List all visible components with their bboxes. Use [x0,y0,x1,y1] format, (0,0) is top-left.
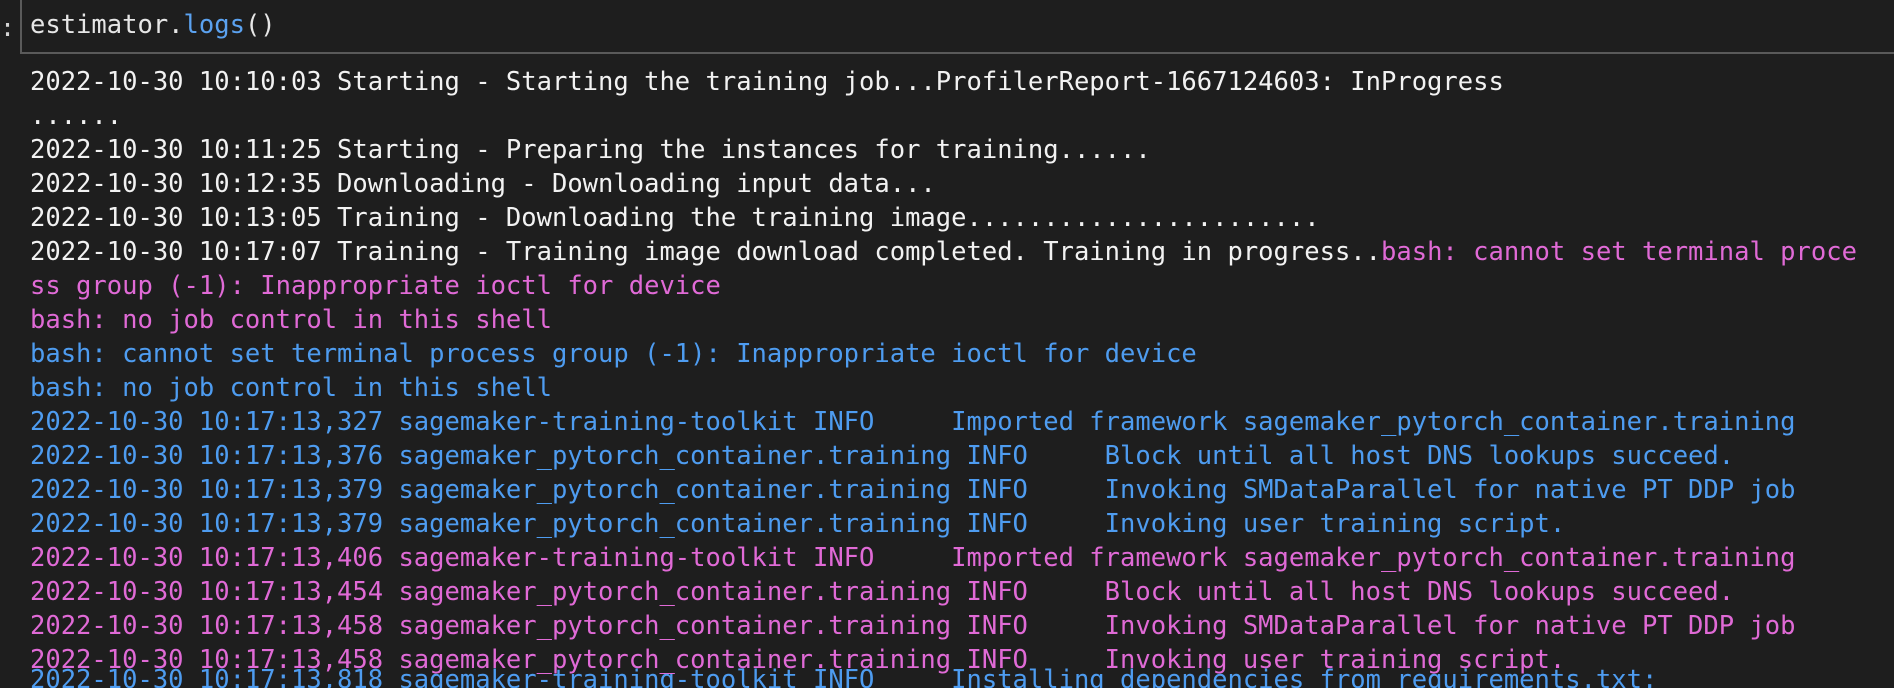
log-line: 2022-10-30 10:17:13,379 sagemaker_pytorc… [30,507,1894,541]
log-line: 2022-10-30 10:12:35 Downloading - Downlo… [30,167,1894,201]
log-line: 2022-10-30 10:17:13,818 sagemaker-traini… [30,663,1894,688]
log-line: 2022-10-30 10:10:03 Starting - Starting … [30,65,1894,99]
log-text-segment: 2022-10-30 10:17:13,458 sagemaker_pytorc… [30,611,1796,641]
log-line: ss group (-1): Inappropriate ioctl for d… [30,269,1894,303]
log-line: 2022-10-30 10:17:13,379 sagemaker_pytorc… [30,473,1894,507]
notebook-cell: : estimator.logs() 2022-10-30 10:10:03 S… [0,0,1894,688]
log-line: bash: cannot set terminal process group … [30,337,1894,371]
log-text-segment: bash: no job control in this shell [30,373,552,403]
log-text-segment: bash: cannot set terminal proce [1381,237,1857,267]
log-line: bash: no job control in this shell [30,303,1894,337]
code-line[interactable]: estimator.logs() [30,7,276,43]
log-line: 2022-10-30 10:17:13,458 sagemaker_pytorc… [30,609,1894,643]
cell-prompt-marker: : [0,13,16,42]
log-text-segment: 2022-10-30 10:17:13,818 sagemaker-traini… [30,665,1658,688]
log-text-segment: 2022-10-30 10:12:35 Downloading - Downlo… [30,169,936,199]
log-text-segment: ss group (-1): Inappropriate ioctl for d… [30,271,721,301]
log-text-segment: 2022-10-30 10:17:13,379 sagemaker_pytorc… [30,475,1796,505]
log-text-segment: 2022-10-30 10:17:13,406 sagemaker-traini… [30,543,1796,573]
log-text-segment: 2022-10-30 10:17:07 Training - Training … [30,237,1382,267]
log-text-segment: 2022-10-30 10:17:13,379 sagemaker_pytorc… [30,509,1566,539]
log-line: ...... [30,99,1894,133]
log-text-segment: 2022-10-30 10:17:13,376 sagemaker_pytorc… [30,441,1735,471]
log-line: 2022-10-30 10:17:13,454 sagemaker_pytorc… [30,575,1894,609]
code-method: logs [183,10,245,40]
log-line: 2022-10-30 10:17:07 Training - Training … [30,235,1894,269]
log-text-segment: 2022-10-30 10:17:13,454 sagemaker_pytorc… [30,577,1735,607]
log-text-segment: 2022-10-30 10:11:25 Starting - Preparing… [30,135,1151,165]
log-line: 2022-10-30 10:11:25 Starting - Preparing… [30,133,1894,167]
log-line: 2022-10-30 10:17:13,327 sagemaker-traini… [30,405,1894,439]
code-input-cell[interactable]: estimator.logs() [20,0,1894,54]
log-line: bash: no job control in this shell [30,371,1894,405]
log-text-segment: 2022-10-30 10:13:05 Training - Downloadi… [30,203,1320,233]
log-text-segment: bash: cannot set terminal process group … [30,339,1197,369]
log-text-segment: 2022-10-30 10:10:03 Starting - Starting … [30,67,1504,97]
log-text-segment: 2022-10-30 10:17:13,327 sagemaker-traini… [30,407,1796,437]
code-object: estimator. [30,10,184,40]
log-text-segment: bash: no job control in this shell [30,305,552,335]
log-line: 2022-10-30 10:13:05 Training - Downloadi… [30,201,1894,235]
log-line: 2022-10-30 10:17:13,376 sagemaker_pytorc… [30,439,1894,473]
cell-output: 2022-10-30 10:10:03 Starting - Starting … [30,65,1894,688]
code-args: () [244,10,276,40]
log-line: 2022-10-30 10:17:13,406 sagemaker-traini… [30,541,1894,575]
log-text-segment: ...... [30,101,123,131]
